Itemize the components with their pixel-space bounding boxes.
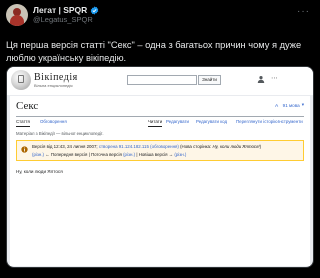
tab-article[interactable]: Стаття bbox=[16, 118, 30, 127]
language-button-label: 91 мова bbox=[282, 102, 300, 108]
media-card[interactable]: Вікіпедія Вільна енциклопедія Знайти ⋯ С… bbox=[6, 66, 314, 268]
more-dots-icon[interactable]: ··· bbox=[297, 6, 310, 17]
wiki-search-button[interactable]: Знайти bbox=[198, 75, 221, 85]
translate-icon: A bbox=[275, 103, 279, 108]
revision-summary-end: ) bbox=[259, 144, 262, 149]
article-title: Секс bbox=[16, 100, 39, 112]
revision-summary: Ну, коли люди Ялтося! bbox=[212, 144, 260, 149]
revision-discussion-link[interactable]: (обговорення) bbox=[150, 144, 179, 149]
wiki-logo-title[interactable]: Вікіпедія bbox=[34, 72, 78, 83]
next-version-link[interactable]: Новіша версія → bbox=[139, 152, 173, 157]
wiki-logo-subtitle: Вільна енциклопедія bbox=[34, 83, 73, 88]
verified-badge-icon bbox=[91, 5, 99, 15]
revision-summary-label: (Нова сторінка: bbox=[178, 144, 213, 149]
tab-history[interactable]: Переглянути історію bbox=[236, 118, 278, 126]
tab-edit[interactable]: Редагувати bbox=[166, 118, 189, 126]
chevron-down-icon: ▾ bbox=[301, 102, 304, 107]
revision-line-2: (різн.) ← Попередня версія | Поточна вер… bbox=[32, 152, 187, 157]
author-handle[interactable]: @Legatus_SPQR bbox=[33, 15, 93, 24]
tab-tools[interactable]: Інструменти bbox=[278, 118, 303, 126]
wiki-menu-icon[interactable]: ⋯ bbox=[271, 75, 278, 82]
next-diff-link[interactable]: (різн.) bbox=[174, 152, 186, 157]
revision-line-1: Версія від 12:43, 24 липня 2007; створен… bbox=[32, 144, 261, 149]
info-icon bbox=[21, 146, 28, 153]
revision-notice: Версія від 12:43, 24 липня 2007; створен… bbox=[16, 140, 304, 161]
puzzle-piece-shape bbox=[18, 75, 24, 83]
tab-discussion[interactable]: Обговорення bbox=[40, 118, 67, 126]
avatar[interactable] bbox=[6, 4, 28, 26]
tab-read[interactable]: Читати bbox=[148, 118, 163, 127]
display-name[interactable]: Легат | SPQR bbox=[33, 5, 87, 15]
wikipedia-globe-icon[interactable] bbox=[11, 70, 31, 90]
title-divider bbox=[16, 116, 304, 117]
wiki-page: Секс A 91 мова ▾ Стаття Обговорення Чита… bbox=[10, 96, 310, 266]
author-name-row: Легат | SPQR bbox=[33, 5, 99, 15]
from-wikipedia-note: Матеріал з Вікіпедії — вільної енциклопе… bbox=[16, 131, 104, 136]
user-icon[interactable] bbox=[257, 75, 265, 83]
wiki-header: Вікіпедія Вільна енциклопедія Знайти ⋯ bbox=[7, 67, 313, 95]
wiki-search-input[interactable] bbox=[127, 75, 197, 85]
current-diff-link[interactable]: (різн.) bbox=[123, 152, 135, 157]
article-content: Ну, коли люди Ялтося bbox=[16, 169, 63, 174]
revision-editor-link[interactable]: створена 91.124.182.115 bbox=[99, 144, 149, 149]
avatar-body-shape bbox=[10, 15, 24, 26]
revision-prefix: Версія від 12:43, 24 липня 2007; bbox=[32, 144, 99, 149]
tab-edit-code[interactable]: Редагувати код bbox=[196, 118, 227, 126]
wiki-tabs: Стаття Обговорення Читати Редагувати Ред… bbox=[16, 118, 304, 128]
language-button[interactable]: A 91 мова ▾ bbox=[275, 102, 304, 108]
tweet-text: Ця перша версія статті "Секс" – одна з б… bbox=[6, 40, 302, 63]
prev-version-link[interactable]: ← Попередня версія bbox=[45, 152, 87, 157]
svg-text:A: A bbox=[275, 103, 279, 108]
current-version-link[interactable]: Поточна версія bbox=[91, 152, 122, 157]
diff-link[interactable]: (різн.) bbox=[32, 152, 44, 157]
